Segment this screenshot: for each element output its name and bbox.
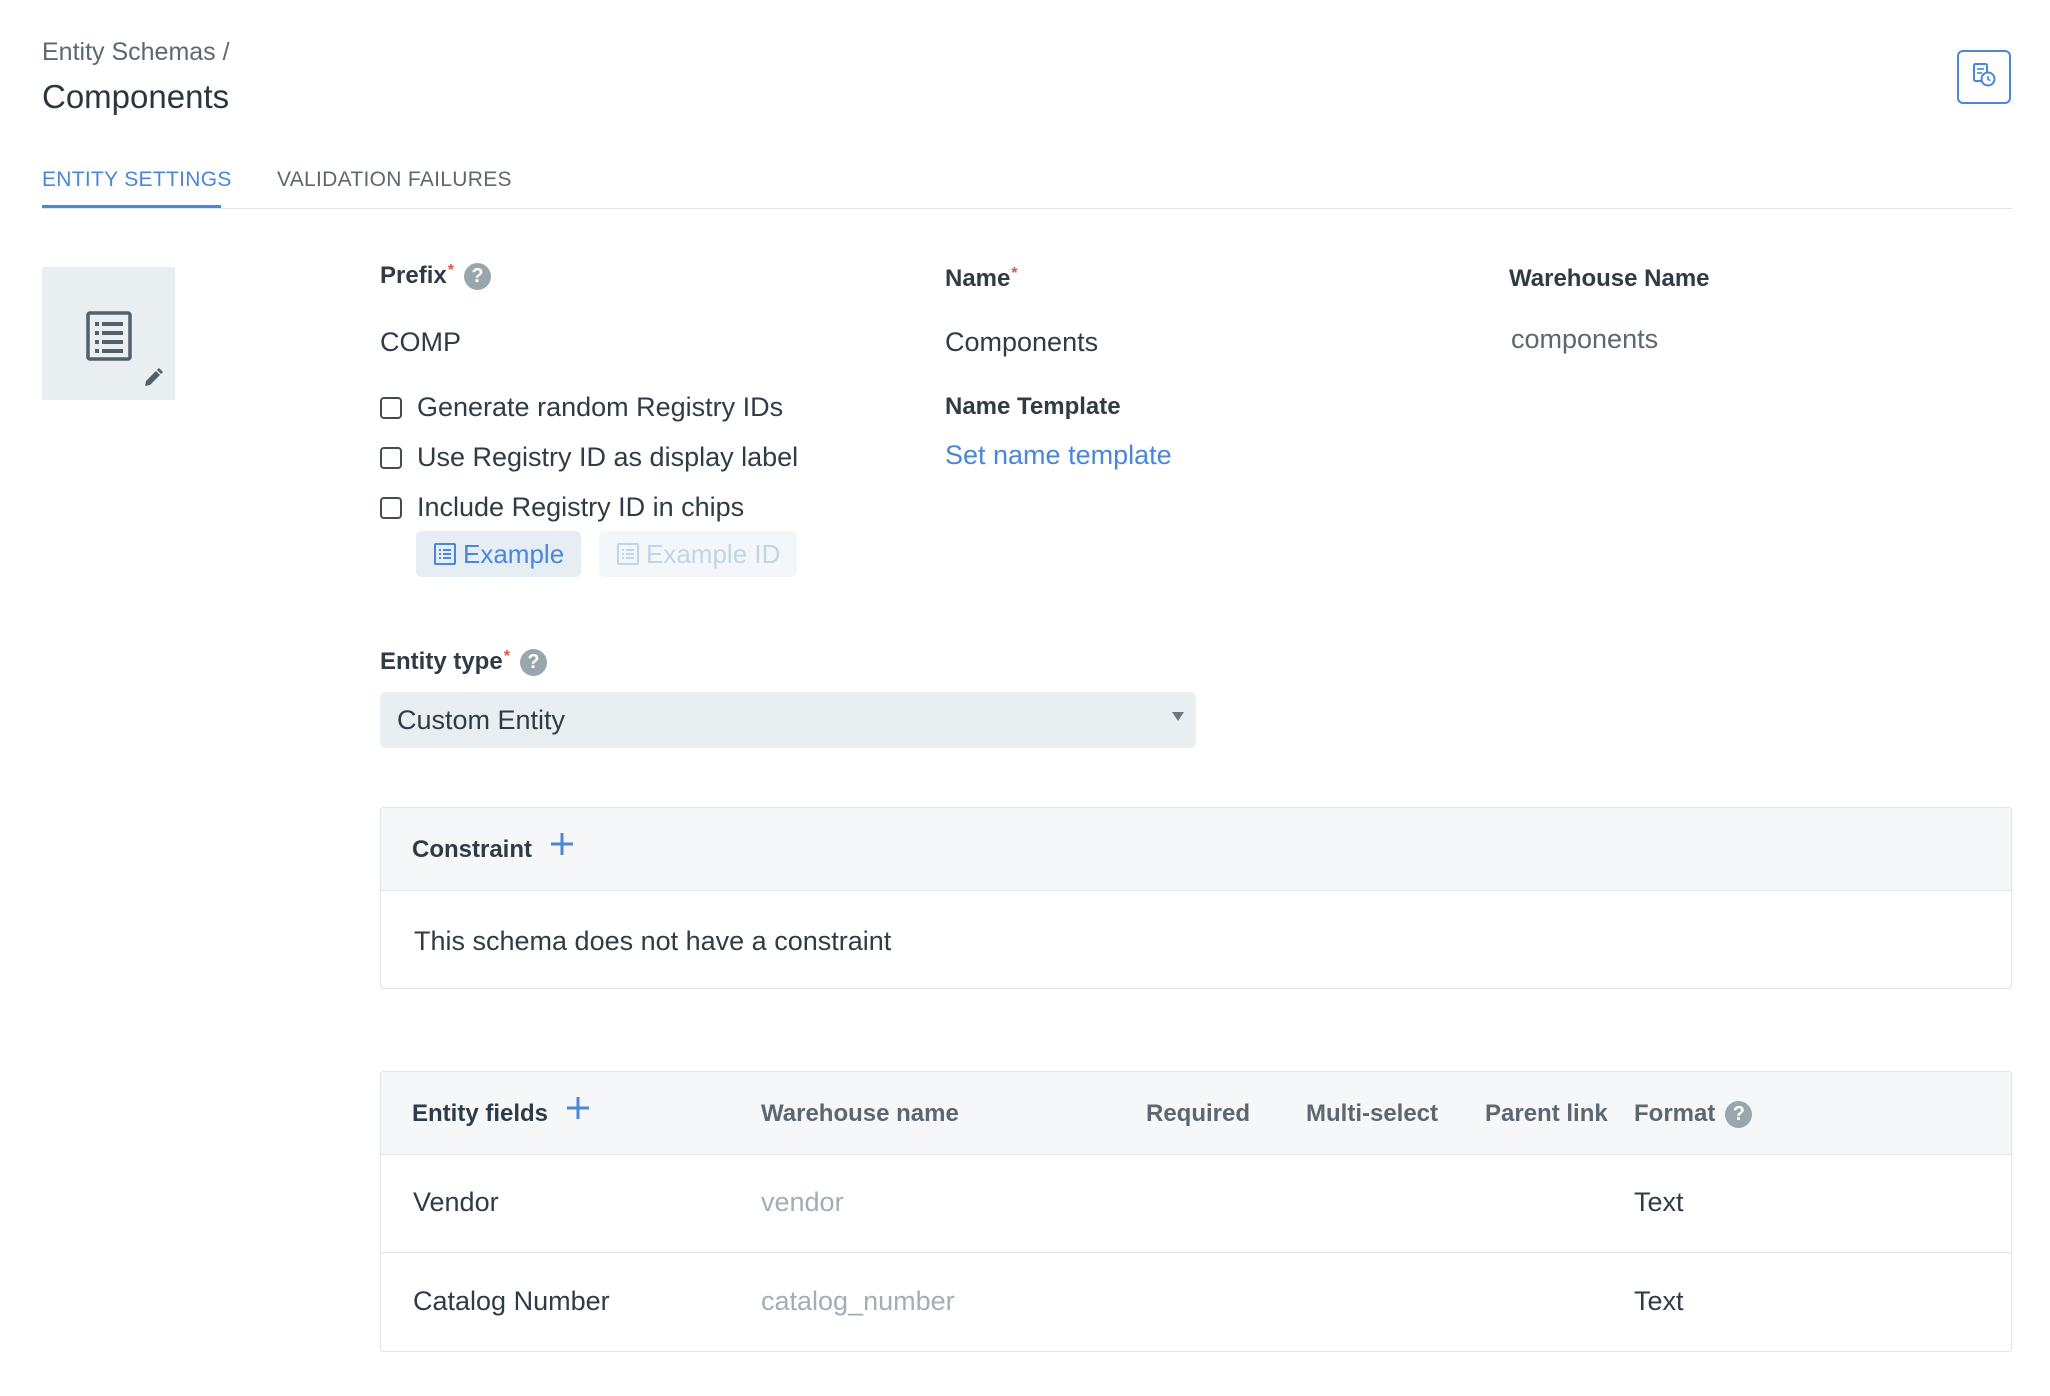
column-multi-select: Multi-select	[1306, 1100, 1439, 1127]
entity-type-select[interactable]: Custom Entity	[380, 692, 1196, 748]
field-warehouse-name: catalog_number	[761, 1286, 955, 1316]
list-document-icon	[86, 311, 132, 366]
column-warehouse-name: Warehouse name	[761, 1100, 959, 1127]
add-field-button[interactable]	[564, 1092, 592, 1128]
list-document-icon	[617, 543, 639, 565]
checkbox[interactable]	[380, 396, 402, 419]
list-document-icon	[434, 543, 456, 565]
example-id-chip-label: Example ID	[646, 538, 781, 569]
tab-entity-settings[interactable]: ENTITY SETTINGS	[42, 168, 232, 192]
table-row[interactable]: Catalog Number catalog_number Text	[381, 1253, 2011, 1351]
constraint-header: Constraint	[381, 808, 2011, 891]
field-name: Catalog Number	[413, 1286, 610, 1316]
constraint-title: Constraint	[412, 836, 532, 863]
field-warehouse-name: vendor	[761, 1187, 844, 1217]
breadcrumb[interactable]: Entity Schemas /	[42, 38, 230, 67]
required-mark: *	[447, 262, 454, 279]
checkbox-include-chips[interactable]: Include Registry ID in chips	[380, 492, 744, 523]
checkbox-label: Use Registry ID as display label	[417, 442, 799, 472]
checkbox-display-label[interactable]: Use Registry ID as display label	[380, 442, 798, 473]
entity-fields-table: Entity fields Warehouse name Required Mu…	[380, 1071, 2012, 1352]
schema-icon-tile[interactable]	[42, 267, 175, 400]
checkbox-label: Include Registry ID in chips	[417, 492, 745, 522]
set-name-template-link[interactable]: Set name template	[945, 440, 1172, 471]
name-label: Name*	[945, 265, 1018, 292]
plus-icon	[567, 1097, 589, 1119]
required-mark: *	[503, 648, 510, 665]
question-circle-icon[interactable]: ?	[519, 649, 547, 677]
field-name: Vendor	[413, 1187, 499, 1217]
entity-type-selected: Custom Entity	[397, 704, 566, 735]
field-format: Text	[1634, 1187, 1684, 1217]
entity-fields-header: Entity fields Warehouse name Required Mu…	[381, 1072, 2011, 1155]
constraint-empty-text: This schema does not have a constraint	[414, 926, 892, 956]
page-title: Components	[42, 78, 230, 115]
prefix-label: Prefix*?	[380, 262, 491, 291]
example-id-chip: Example ID	[599, 531, 798, 577]
question-circle-icon[interactable]: ?	[463, 263, 491, 291]
column-format: Format?	[1634, 1100, 1753, 1129]
checkbox-label: Generate random Registry IDs	[417, 392, 784, 422]
pencil-icon[interactable]	[142, 367, 164, 394]
required-mark: *	[1011, 265, 1018, 282]
prefix-value[interactable]: COMP	[380, 327, 461, 358]
tab-validation-failures[interactable]: VALIDATION FAILURES	[277, 168, 512, 192]
active-tab-indicator	[42, 205, 221, 208]
warehouse-name-label: Warehouse Name	[1509, 265, 1710, 292]
checkbox[interactable]	[380, 496, 402, 519]
checkbox-random-ids[interactable]: Generate random Registry IDs	[380, 392, 783, 423]
constraint-panel: Constraint This schema does not have a c…	[380, 807, 2012, 989]
caret-down-icon	[1172, 712, 1184, 721]
name-value[interactable]: Components	[945, 327, 1098, 358]
plus-icon	[551, 833, 573, 855]
example-chip[interactable]: Example	[416, 531, 582, 577]
warehouse-name-value[interactable]: components	[1511, 324, 1658, 355]
add-constraint-button[interactable]	[548, 828, 576, 864]
column-required: Required	[1146, 1100, 1251, 1127]
field-format: Text	[1634, 1286, 1684, 1316]
column-entity-fields: Entity fields	[412, 1100, 549, 1127]
history-icon	[1970, 61, 1998, 94]
tabs-divider	[42, 208, 2012, 209]
checkbox[interactable]	[380, 446, 402, 469]
history-button[interactable]	[1957, 50, 2011, 104]
name-template-label: Name Template	[945, 393, 1121, 420]
example-chip-label: Example	[463, 538, 565, 569]
table-row[interactable]: Vendor vendor Text	[381, 1154, 2011, 1252]
column-parent-link: Parent link	[1485, 1100, 1608, 1127]
question-circle-icon[interactable]: ?	[1725, 1101, 1753, 1129]
entity-type-label: Entity type*?	[380, 648, 547, 677]
